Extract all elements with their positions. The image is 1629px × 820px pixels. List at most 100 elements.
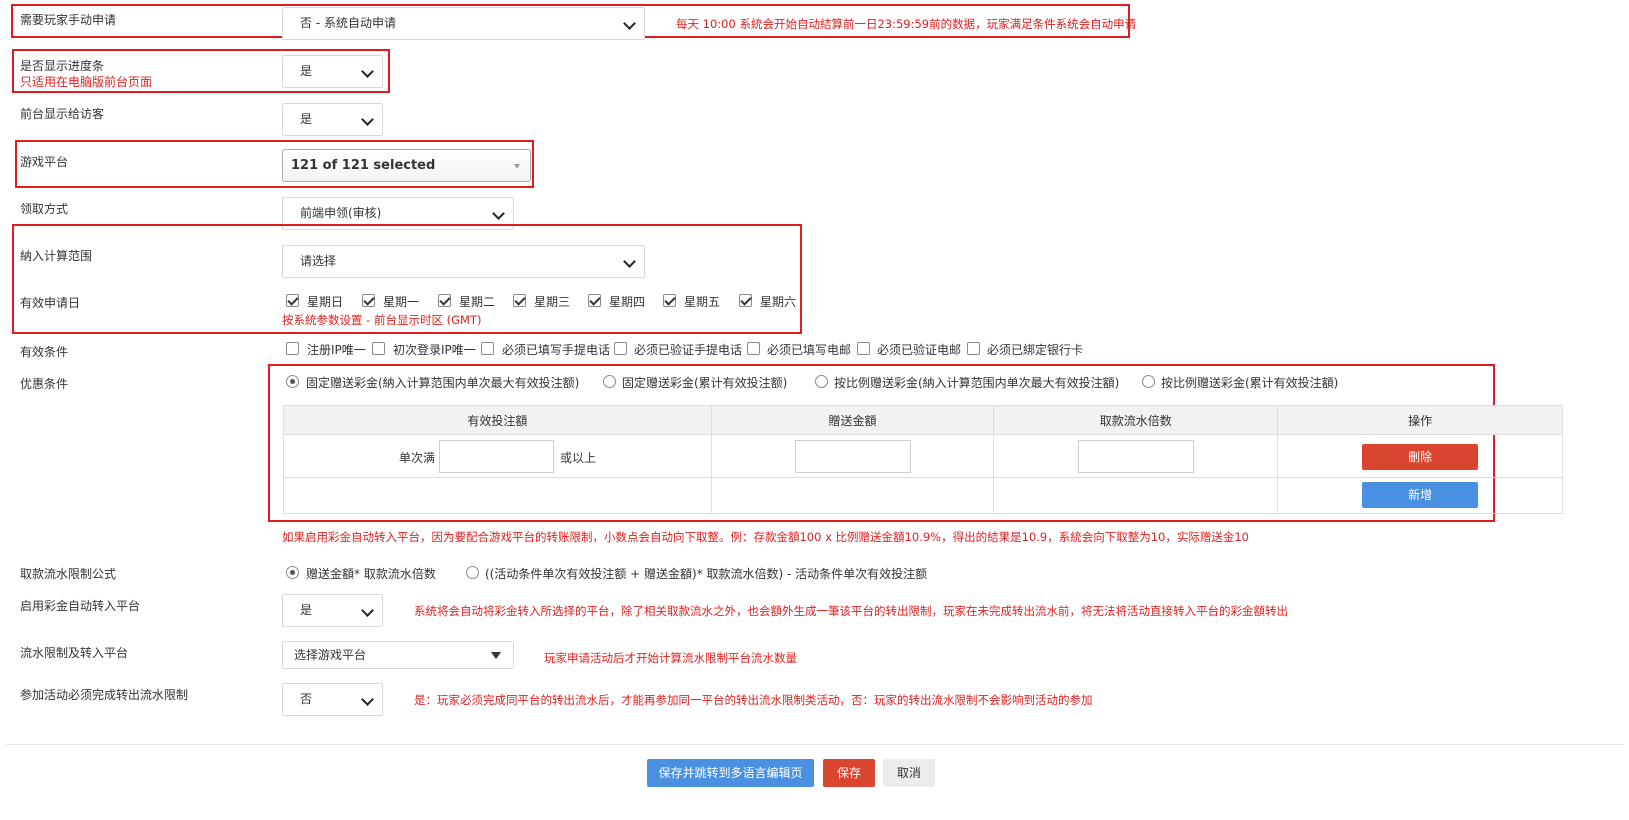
radio-promo-label: 按比例赠送彩金(累计有效投注額) [1161, 376, 1339, 390]
chevron-down-icon [623, 17, 636, 30]
label-auto-transfer: 启用彩金自动转入平台 [20, 599, 141, 613]
footer-divider [6, 744, 1623, 745]
checkbox-day-4[interactable] [588, 294, 601, 307]
checkbox-condition-label: 必须已验证电邮 [877, 343, 962, 357]
checkbox-day-5[interactable] [663, 294, 676, 307]
checkbox-condition-1[interactable] [372, 342, 385, 355]
note-must-complete: 是：玩家必须完成同平台的转出流水后，才能再参加同一平台的转出流水限制类活动，否：… [414, 693, 1093, 707]
checkbox-condition-6[interactable] [967, 342, 980, 355]
table-cell-bet: 单次满 或以上 [283, 434, 712, 478]
table-cell-bonus [710, 434, 995, 478]
checkbox-day-label: 星期六 [760, 295, 797, 309]
chevron-down-icon [361, 65, 374, 78]
checkbox-day-0[interactable] [286, 294, 299, 307]
select-turnover-platform[interactable]: 选择游戏平台 [282, 641, 514, 669]
label-promo-conditions: 优惠条件 [20, 377, 69, 391]
select-auto-transfer[interactable]: 是 [282, 594, 383, 627]
select-show-progress[interactable]: 是 [282, 55, 383, 88]
cancel-button[interactable]: 取消 [883, 759, 935, 787]
label-must-complete: 参加活动必须完成转出流水限制 [20, 688, 189, 702]
checkbox-condition-label: 必须已填写手提电话 [502, 343, 611, 357]
checkbox-condition-label: 必须已綁定银行卡 [987, 343, 1084, 357]
note-auto-transfer: 系统将会自动将彩金转入所选择的平台，除了相关取款流水之外，也会額外生成一筆该平台… [414, 604, 1288, 618]
add-button[interactable]: 新增 [1362, 482, 1479, 508]
save-and-redirect-button[interactable]: 保存并跳转到多语言编辑页 [647, 759, 814, 787]
table-header-cell: 操作 [1277, 405, 1563, 435]
label-turnover-formula: 取款流水限制公式 [20, 567, 117, 581]
label-valid-conditions: 有效条件 [20, 345, 69, 359]
checkbox-condition-2[interactable] [481, 342, 494, 355]
bet-prefix-label: 单次满 [399, 451, 436, 465]
checkbox-condition-0[interactable] [286, 342, 299, 355]
select-must-complete[interactable]: 否 [282, 683, 383, 716]
table-cell-empty [993, 477, 1279, 514]
chevron-down-icon [361, 693, 374, 706]
checkbox-day-2[interactable] [438, 294, 451, 307]
label-show-to-guests: 前台显示给访客 [20, 107, 105, 121]
label-show-progress: 是否显示进度条 [20, 59, 105, 73]
multiselect-game-platform[interactable]: 121 of 121 selected [282, 149, 531, 182]
note-valid-days: 按系統参数设置 - 前台显示时区 (GMT) [282, 313, 482, 327]
table-cell-actions: 新增 [1277, 477, 1563, 514]
delete-button[interactable]: 刪除 [1362, 444, 1479, 470]
caret-down-icon [491, 652, 501, 659]
label-turnover-platform: 流水限制及转入平台 [20, 646, 129, 660]
turnover-multiple-input[interactable] [1078, 440, 1195, 473]
checkbox-condition-label: 必须已填写电邮 [767, 343, 852, 357]
select-show-to-guests[interactable]: 是 [282, 103, 383, 136]
checkbox-day-label: 星期二 [459, 295, 496, 309]
label-calc-scope: 納入计算范围 [20, 249, 93, 263]
checkbox-condition-5[interactable] [857, 342, 870, 355]
note-manual-apply: 每天 10:00 系統会开始自动結算前一日23:59:59前的数据，玩家满足条件… [676, 17, 1137, 31]
label-valid-days: 有效申请日 [20, 296, 81, 310]
select-calc-scope-value: 请选择 [300, 254, 337, 268]
checkbox-condition-label: 注册IP唯一 [307, 343, 366, 357]
radio-promo-label: 固定赠送彩金(累计有效投注额) [622, 376, 788, 390]
radio-promo-3[interactable] [1142, 375, 1155, 388]
select-must-complete-value: 否 [300, 692, 313, 706]
radio-formula-label: 赠送金額* 取款流水倍数 [306, 567, 436, 581]
checkbox-day-label: 星期一 [383, 295, 420, 309]
checkbox-day-label: 星期三 [534, 295, 571, 309]
radio-formula-label: ((活动条件单次有效投注额 + 赠送金額)* 取款流水倍数) - 活动条件单次有… [485, 567, 928, 581]
select-auto-transfer-value: 是 [300, 603, 313, 617]
note-turnover-platform: 玩家申请活动后才开始计算流水限制平台流水数量 [544, 651, 797, 665]
label-game-platform: 游戏平台 [20, 155, 69, 169]
checkbox-day-6[interactable] [739, 294, 752, 307]
select-calc-scope[interactable]: 请选择 [282, 245, 645, 278]
table-cell-turnover [993, 434, 1279, 478]
bet-amount-input[interactable] [439, 440, 554, 473]
radio-promo-label: 固定赠送彩金(納入计算范围内单次最大有效投注额) [306, 376, 580, 390]
radio-formula-1[interactable] [466, 566, 479, 579]
chevron-down-icon [623, 255, 636, 268]
bonus-amount-input[interactable] [794, 440, 911, 473]
select-manual-apply[interactable]: 否 - 系统自动申请 [282, 7, 645, 40]
radio-promo-label: 按比例赠送彩金(納入计算范围内单次最大有效投注額) [834, 376, 1120, 390]
radio-promo-0[interactable] [286, 375, 299, 388]
chevron-down-icon [361, 604, 374, 617]
checkbox-day-1[interactable] [362, 294, 375, 307]
checkbox-condition-4[interactable] [747, 342, 760, 355]
table-cell-actions: 刪除 [1277, 434, 1563, 478]
checkbox-condition-label: 初次登录IP唯一 [393, 343, 476, 357]
select-turnover-platform-value: 选择游戏平台 [294, 648, 367, 662]
checkbox-day-label: 星期五 [684, 295, 721, 309]
radio-promo-2[interactable] [815, 375, 828, 388]
select-show-to-guests-value: 是 [300, 112, 313, 126]
radio-formula-0[interactable] [286, 566, 299, 579]
checkbox-condition-label: 必须已验证手提电话 [634, 343, 743, 357]
table-header-cell: 有效投注額 [283, 405, 712, 435]
checkbox-day-label: 星期日 [307, 295, 344, 309]
promo-rules-table: 有效投注額 贈送金額 取款流水倍数 操作 单次满 或以上 刪除 新增 [283, 405, 1563, 514]
table-cell-empty [710, 477, 995, 514]
table-header-cell: 贈送金額 [710, 405, 995, 435]
caret-down-icon [514, 164, 520, 169]
select-claim-method-value: 前端申领(审核) [300, 206, 382, 220]
checkbox-day-3[interactable] [513, 294, 526, 307]
checkbox-condition-3[interactable] [614, 342, 627, 355]
select-manual-apply-value: 否 - 系统自动申请 [300, 16, 396, 30]
save-button[interactable]: 保存 [823, 759, 875, 787]
radio-promo-1[interactable] [603, 375, 616, 388]
table-header-row: 有效投注額 贈送金額 取款流水倍数 操作 [283, 405, 1563, 435]
table-cell-empty [283, 477, 712, 514]
